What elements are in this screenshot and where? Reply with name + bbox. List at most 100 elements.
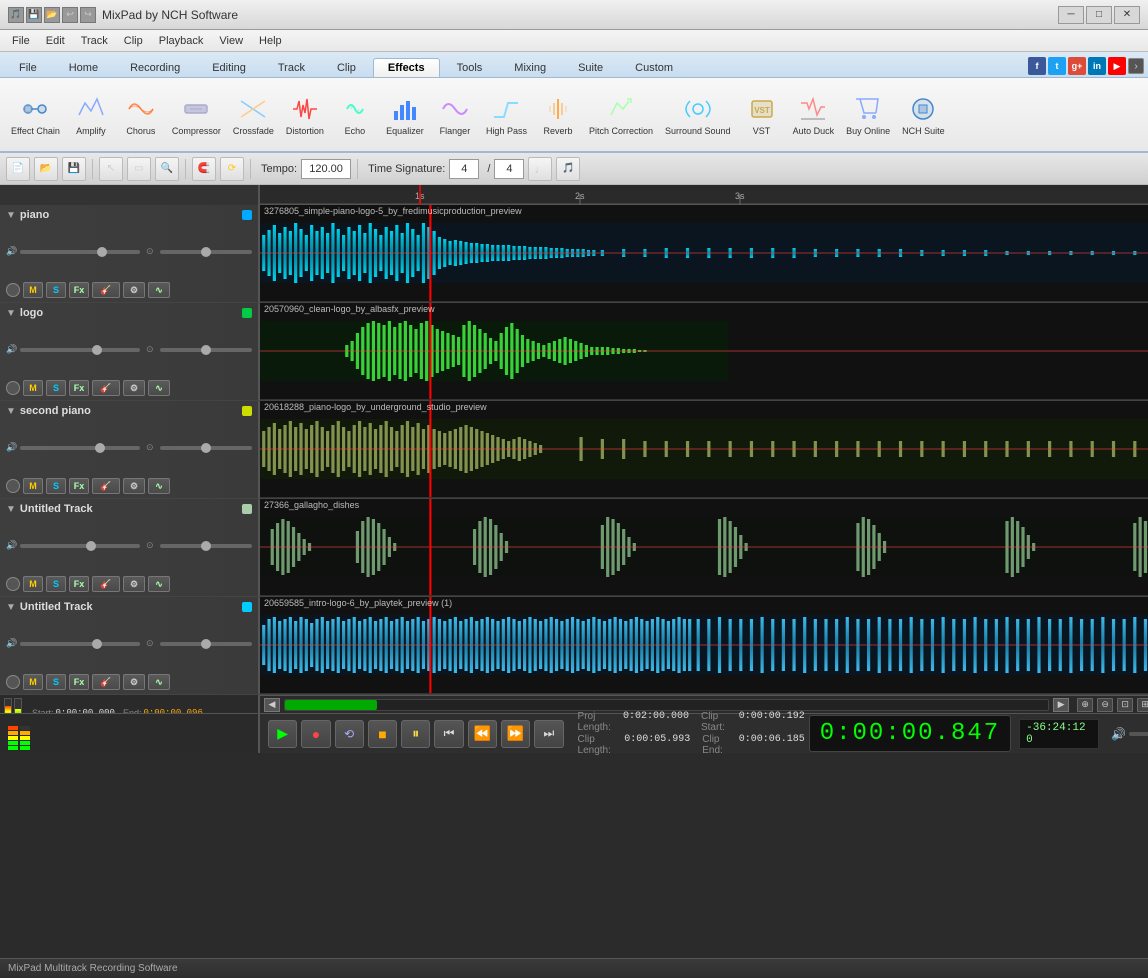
volume-slider-untitled-1[interactable]	[20, 544, 140, 548]
arm-btn-logo[interactable]	[6, 381, 20, 395]
tab-clip[interactable]: Clip	[322, 58, 371, 77]
window-controls[interactable]: ─ □ ✕	[1058, 6, 1140, 24]
toolbar-count-in[interactable]: 🎵	[556, 157, 580, 181]
instrument-btn-sp[interactable]: 🎸	[92, 478, 120, 494]
toolbar-new[interactable]: 📄	[6, 157, 30, 181]
volume-slider-logo[interactable]	[20, 348, 140, 352]
zoom-fit-btn[interactable]: ⊡	[1117, 698, 1133, 712]
fx-btn-sp[interactable]: Fx	[69, 478, 89, 494]
ribbon-auto-duck[interactable]: Auto Duck	[788, 85, 840, 145]
ribbon-reverb[interactable]: Reverb	[534, 85, 582, 145]
track-expand-piano[interactable]: ▼	[6, 210, 16, 221]
toolbar-loop[interactable]: ⟳	[220, 157, 244, 181]
ribbon-vst[interactable]: VST VST	[738, 85, 786, 145]
instrument-btn-u1[interactable]: 🎸	[92, 576, 120, 592]
ribbon-echo[interactable]: Echo	[331, 85, 379, 145]
pan-slider-untitled-2[interactable]	[160, 642, 252, 646]
ribbon-chorus[interactable]: Chorus	[117, 85, 165, 145]
maximize-button[interactable]: □	[1086, 6, 1112, 24]
pan-slider-second-piano[interactable]	[160, 446, 252, 450]
menu-edit[interactable]: Edit	[38, 30, 73, 51]
mute-btn-piano[interactable]: M	[23, 282, 43, 298]
twitter-icon[interactable]: t	[1048, 57, 1066, 75]
toolbar-metronome[interactable]: ♩	[528, 157, 552, 181]
eq-btn-logo[interactable]: ∿	[148, 380, 170, 396]
tab-mixing[interactable]: Mixing	[499, 58, 561, 77]
track-expand-untitled-2[interactable]: ▼	[6, 602, 16, 613]
arm-btn-u2[interactable]	[6, 675, 20, 689]
tab-effects[interactable]: Effects	[373, 58, 440, 77]
record-button[interactable]: ●	[301, 720, 330, 748]
title-bar-icons[interactable]: 🎵 💾 📂 ↩ ↪	[8, 7, 96, 23]
eq-btn-u2[interactable]: ∿	[148, 674, 170, 690]
ribbon-effect-chain[interactable]: Effect Chain	[6, 85, 65, 145]
ribbon-amplify[interactable]: Amplify	[67, 85, 115, 145]
ribbon-pitch-correction[interactable]: Pitch Correction	[584, 85, 658, 145]
horizontal-scrollbar[interactable]	[284, 699, 1049, 711]
fx-btn-u2[interactable]: Fx	[69, 674, 89, 690]
settings-btn-logo[interactable]: ⚙	[123, 380, 145, 396]
undo-icon-tb[interactable]: ↩	[62, 7, 78, 23]
arm-btn-piano[interactable]	[6, 283, 20, 297]
tab-editing[interactable]: Editing	[197, 58, 261, 77]
volume-slider-piano[interactable]	[20, 250, 140, 254]
eq-btn-u1[interactable]: ∿	[148, 576, 170, 592]
volume-slider-second-piano[interactable]	[20, 446, 140, 450]
open-icon-tb[interactable]: 📂	[44, 7, 60, 23]
settings-btn-piano[interactable]: ⚙	[123, 282, 145, 298]
ribbon-crossfade[interactable]: Crossfade	[228, 85, 279, 145]
facebook-icon[interactable]: f	[1028, 57, 1046, 75]
toolbar-save[interactable]: 💾	[62, 157, 86, 181]
menu-track[interactable]: Track	[73, 30, 116, 51]
pause-button[interactable]: ⏸	[401, 720, 430, 748]
solo-btn-sp[interactable]: S	[46, 478, 66, 494]
pan-slider-untitled-1[interactable]	[160, 544, 252, 548]
fx-btn-logo[interactable]: Fx	[69, 380, 89, 396]
fast-forward-button[interactable]: ⏩	[501, 720, 530, 748]
pan-slider-piano[interactable]	[160, 250, 252, 254]
scroll-right-btn[interactable]: ▶	[1053, 698, 1069, 712]
youtube-icon[interactable]: ▶	[1108, 57, 1126, 75]
waveform-untitled-2[interactable]: 20659585_intro-logo-6_by_playtek_preview…	[260, 597, 1148, 694]
mute-btn-logo[interactable]: M	[23, 380, 43, 396]
solo-btn-u2[interactable]: S	[46, 674, 66, 690]
tab-suite[interactable]: Suite	[563, 58, 618, 77]
waveform-piano[interactable]: 3276805_simple-piano-logo-5_by_fredimusi…	[260, 205, 1148, 302]
arm-btn-sp[interactable]	[6, 479, 20, 493]
toolbar-selection[interactable]: ▭	[127, 157, 151, 181]
menu-clip[interactable]: Clip	[116, 30, 151, 51]
more-social-icon[interactable]: ›	[1128, 58, 1144, 74]
linkedin-icon[interactable]: in	[1088, 57, 1106, 75]
fx-btn-piano[interactable]: Fx	[69, 282, 89, 298]
zoom-out-btn[interactable]: ⊖	[1097, 698, 1113, 712]
tab-recording[interactable]: Recording	[115, 58, 195, 77]
menu-help[interactable]: Help	[251, 30, 290, 51]
tab-track[interactable]: Track	[263, 58, 320, 77]
toolbar-zoom-in[interactable]: 🔍	[155, 157, 179, 181]
close-button[interactable]: ✕	[1114, 6, 1140, 24]
settings-btn-sp[interactable]: ⚙	[123, 478, 145, 494]
zoom-in-btn[interactable]: ⊕	[1077, 698, 1093, 712]
solo-btn-u1[interactable]: S	[46, 576, 66, 592]
volume-slider-untitled-2[interactable]	[20, 642, 140, 646]
waveform-second-piano[interactable]: 20618288_piano-logo_by_underground_studi…	[260, 401, 1148, 498]
track-expand-logo[interactable]: ▼	[6, 308, 16, 319]
save-icon-tb[interactable]: 💾	[26, 7, 42, 23]
instrument-btn-piano[interactable]: 🎸	[92, 282, 120, 298]
track-expand-untitled-1[interactable]: ▼	[6, 504, 16, 515]
google-icon[interactable]: g+	[1068, 57, 1086, 75]
mute-btn-sp[interactable]: M	[23, 478, 43, 494]
tempo-input[interactable]	[301, 159, 351, 179]
tab-home[interactable]: Home	[54, 58, 113, 77]
zoom-sel-btn[interactable]: ⊞	[1137, 698, 1148, 712]
instrument-btn-logo[interactable]: 🎸	[92, 380, 120, 396]
ribbon-flanger[interactable]: Flanger	[431, 85, 479, 145]
toolbar-snap[interactable]: 🧲	[192, 157, 216, 181]
ribbon-distortion[interactable]: Distortion	[281, 85, 329, 145]
tab-file[interactable]: File	[4, 58, 52, 77]
loop-button[interactable]: ⟲	[335, 720, 364, 748]
settings-btn-u1[interactable]: ⚙	[123, 576, 145, 592]
scroll-thumb[interactable]	[285, 700, 377, 710]
menu-playback[interactable]: Playback	[151, 30, 212, 51]
eq-btn-piano[interactable]: ∿	[148, 282, 170, 298]
